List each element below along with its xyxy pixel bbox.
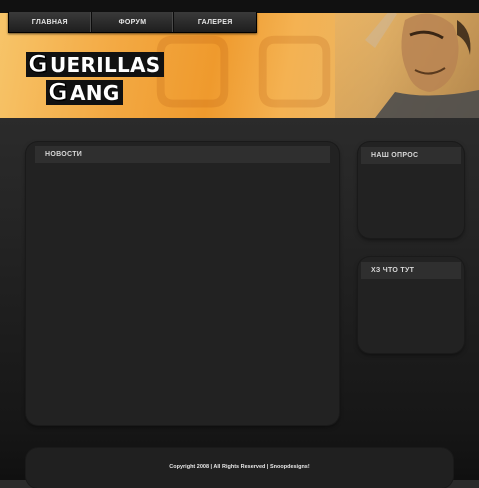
poll-panel-title: НАШ ОПРОС <box>361 147 461 164</box>
nav-item-home[interactable]: ГЛАВНАЯ <box>9 12 92 32</box>
news-panel-title: НОВОСТИ <box>35 146 330 163</box>
logo-initial-1: G <box>28 50 49 78</box>
logo-line-1: G UERILLAS <box>26 52 164 77</box>
site-logo[interactable]: G UERILLAS G ANG <box>26 52 164 105</box>
footer: Copyright 2008 | All Rights Reserved | S… <box>26 448 453 488</box>
news-panel: НОВОСТИ <box>26 142 339 425</box>
misc-panel: ХЗ ЧТО ТУТ <box>358 257 464 353</box>
poll-panel: НАШ ОПРОС <box>358 142 464 238</box>
logo-text-2: ANG <box>70 81 120 105</box>
logo-text-1: UERILLAS <box>50 53 161 77</box>
nav-item-forum[interactable]: ФОРУМ <box>92 12 175 32</box>
misc-panel-title: ХЗ ЧТО ТУТ <box>361 262 461 279</box>
main-navigation: ГЛАВНАЯ ФОРУМ ГАЛЕРЕЯ <box>8 12 257 33</box>
nav-item-gallery[interactable]: ГАЛЕРЕЯ <box>174 12 256 32</box>
logo-line-2: G ANG <box>46 80 123 105</box>
banner-background-art: ▢ ▢ <box>150 15 337 115</box>
header-banner: ▢ ▢ ГЛАВНАЯ ФОРУМ ГАЛЕРЕЯ G UERILLAS G ANG <box>0 0 479 118</box>
copyright-text: Copyright 2008 | All Rights Reserved | S… <box>169 464 310 470</box>
logo-initial-2: G <box>48 78 69 106</box>
banner-character-illustration <box>335 0 479 118</box>
